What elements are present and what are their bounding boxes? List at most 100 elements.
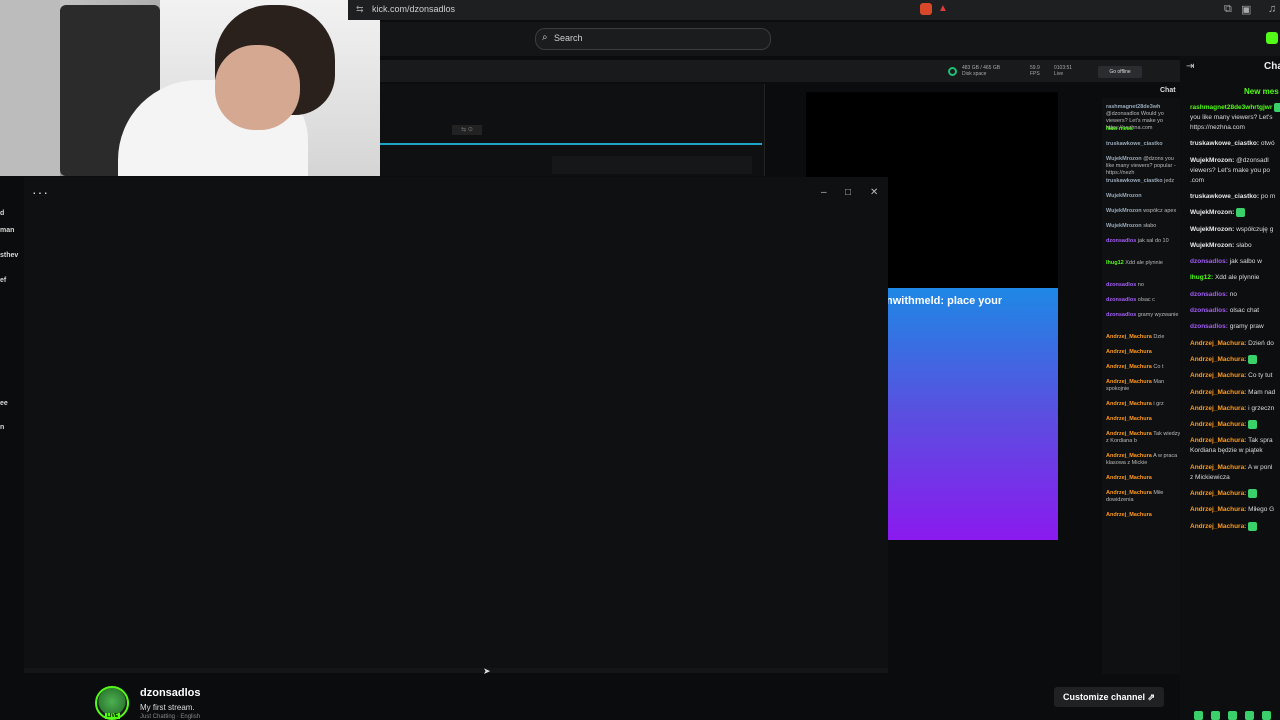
studio-chat-username[interactable]: Andrzej_Machura — [1106, 490, 1152, 496]
chat-message: WujekMrozon: współczuję g — [1190, 225, 1280, 234]
chat-message: WujekMrozon: — [1190, 208, 1280, 218]
studio-chat-username[interactable]: dzonsadlos — [1106, 297, 1136, 303]
sidebar-fragment[interactable]: ef — [0, 277, 6, 284]
studio-chat-username[interactable]: Andrzej_Machura — [1106, 379, 1152, 385]
chat-username[interactable]: rashmagnet28de3whrtgjwr — [1190, 104, 1272, 111]
emote-icon[interactable] — [1245, 711, 1254, 720]
studio-chat-username[interactable]: New mess — [1106, 126, 1133, 132]
close-icon[interactable]: ✕ — [870, 187, 878, 198]
emote-icon[interactable] — [1228, 711, 1237, 720]
maximize-icon[interactable]: □ — [845, 187, 851, 198]
studio-chat-username[interactable]: WujekMrozon — [1106, 193, 1142, 199]
chat-username[interactable]: Andrzej_Machura: — [1190, 490, 1246, 497]
address-bar[interactable]: kick.com/dzonsadlos — [372, 4, 455, 14]
chat-username[interactable]: Andrzej_Machura: — [1190, 437, 1246, 444]
studio-chat-text: słabo — [1143, 223, 1157, 229]
studio-chat-username[interactable]: Andrzej_Machura — [1106, 416, 1152, 422]
studio-chat-username[interactable]: rashmagnet28de3wh — [1106, 104, 1160, 110]
chat-username[interactable]: lhug12: — [1190, 274, 1213, 281]
studio-chat-message: truskawkowe_ciastko jedz — [1106, 178, 1182, 185]
studio-chat-username[interactable]: WujekMrozon — [1106, 223, 1142, 229]
brave-shield-icon[interactable] — [920, 3, 932, 15]
chat-username[interactable]: Andrzej_Machura: — [1190, 464, 1246, 471]
studio-chat-username[interactable]: Andrzej_Machura — [1106, 364, 1152, 370]
chat-username[interactable]: truskawkowe_ciastko: — [1190, 140, 1259, 147]
studio-chat-username[interactable]: Andrzej_Machura — [1106, 349, 1152, 355]
studio-chat-username[interactable]: Andrzej_Machura — [1106, 512, 1152, 518]
studio-chat-username[interactable]: lhug12 — [1106, 260, 1124, 266]
studio-chat-username[interactable]: Andrzej_Machura — [1106, 475, 1152, 481]
emote-icon[interactable] — [1194, 711, 1203, 720]
studio-chat-text: Dzie — [1153, 334, 1165, 340]
chat-username[interactable]: Andrzej_Machura: — [1190, 372, 1246, 379]
sidebar-fragment[interactable]: man — [0, 227, 14, 234]
site-info-icon[interactable]: ⇆ — [356, 4, 364, 15]
chat-text: viewers? Let's make you po — [1190, 166, 1271, 174]
sidebar-fragment[interactable]: n — [0, 424, 4, 431]
emote-icon — [1248, 354, 1258, 364]
chat-username[interactable]: Andrzej_Machura: — [1190, 421, 1246, 428]
language-tag[interactable]: English — [180, 714, 200, 720]
chat-message: truskawkowe_ciastko: po m — [1190, 192, 1280, 201]
studio-chat-username[interactable]: Andrzej_Machura — [1106, 334, 1152, 340]
chat-username[interactable]: WujekMrozon: — [1190, 226, 1234, 233]
new-messages-label[interactable]: New mes — [1244, 87, 1279, 96]
sidebar-fragment[interactable]: d — [0, 210, 4, 217]
chat-message: dzonsadlos: olsac chat — [1190, 306, 1280, 315]
customize-channel-button[interactable]: Customize channel ⇗ — [1054, 687, 1164, 707]
preview-controls[interactable]: ⇆ ⊙ — [452, 125, 482, 135]
fps-label: FPS — [1030, 71, 1040, 77]
studio-chat-username[interactable]: truskawkowe_ciastko — [1106, 178, 1163, 184]
chat-username[interactable]: Andrzej_Machura: — [1190, 506, 1246, 513]
brave-rewards-icon[interactable]: ▲ — [938, 3, 948, 14]
chat-username[interactable]: WujekMrozon: — [1190, 209, 1234, 216]
studio-chat-username[interactable]: Andrzej_Machura — [1106, 401, 1152, 407]
collapse-chat-icon[interactable]: ⇥ — [1186, 61, 1194, 72]
studio-chat-message: Andrzej_Machura — [1106, 475, 1182, 482]
studio-chat-username[interactable]: WujekMrozon — [1106, 208, 1142, 214]
studio-chat-username[interactable]: Andrzej_Machura — [1106, 431, 1152, 437]
more-options-icon[interactable]: ··· — [32, 184, 49, 200]
emote-icon[interactable] — [1262, 711, 1271, 720]
chat-username[interactable]: dzonsadlos: — [1190, 307, 1228, 314]
category-tag[interactable]: Just Chatting — [140, 714, 175, 720]
disk-stats: 483 GB / 465 GB Disk space — [962, 65, 1000, 77]
studio-chat-username[interactable]: truskawkowe_ciastko — [1106, 141, 1163, 147]
studio-chat-username[interactable]: Andrzej_Machura — [1106, 453, 1152, 459]
studio-chat-message: Andrzej_Machura Co t — [1106, 364, 1182, 371]
chat-username[interactable]: WujekMrozon: — [1190, 157, 1234, 164]
chat-username[interactable]: dzonsadlos: — [1190, 323, 1228, 330]
chat-username[interactable]: Andrzej_Machura: — [1190, 389, 1246, 396]
channel-name[interactable]: dzonsadlos — [140, 687, 201, 699]
extensions-icon[interactable]: ⧉ — [1224, 3, 1232, 16]
emote-icon[interactable] — [1211, 711, 1220, 720]
sidebar-fragment[interactable]: ee — [0, 400, 8, 407]
chat-username[interactable]: dzonsadlos: — [1190, 291, 1228, 298]
chat-username[interactable]: Andrzej_Machura: — [1190, 356, 1246, 363]
chat-text: you like many viewers? Let's — [1190, 114, 1273, 121]
chat-message: dzonsadlos: gramy praw — [1190, 322, 1280, 331]
studio-chat-username[interactable]: WujekMrozon — [1106, 156, 1142, 162]
chat-username[interactable]: Andrzej_Machura: — [1190, 340, 1246, 347]
chat-text: współczuję g — [1236, 225, 1274, 233]
go-offline-button[interactable]: Go offline — [1098, 66, 1142, 78]
minimize-icon[interactable]: – — [821, 187, 827, 198]
chat-message: dzonsadlos: no — [1190, 290, 1280, 299]
chat-username[interactable]: Andrzej_Machura: — [1190, 405, 1246, 412]
studio-chat-username[interactable]: dzonsadlos — [1106, 238, 1136, 244]
sidebar-fragment[interactable]: sthev — [0, 252, 18, 259]
studio-chat-username[interactable]: dzonsadlos — [1106, 312, 1136, 318]
studio-chat-username[interactable]: dzonsadlos — [1106, 282, 1136, 288]
media-icon[interactable]: ♫ — [1268, 3, 1276, 15]
chat-username[interactable]: Andrzej_Machura: — [1190, 523, 1246, 530]
sidebar-icon[interactable]: ▣ — [1241, 3, 1251, 16]
studio-chat-message: WujekMrozon — [1106, 193, 1182, 200]
studio-chat-message: Andrzej_Machura — [1106, 349, 1182, 356]
kick-app-icon[interactable] — [1266, 32, 1278, 44]
chat-text: olsac chat — [1229, 307, 1260, 314]
chat-message: Andrzej_Machura: — [1190, 354, 1280, 364]
chat-username[interactable]: dzonsadlos: — [1190, 258, 1228, 265]
chat-username[interactable]: WujekMrozon: — [1190, 242, 1234, 249]
chat-username[interactable]: truskawkowe_ciastko: — [1190, 193, 1259, 200]
studio-chat-message: Andrzej_Machura Man spokojnie — [1106, 379, 1182, 393]
